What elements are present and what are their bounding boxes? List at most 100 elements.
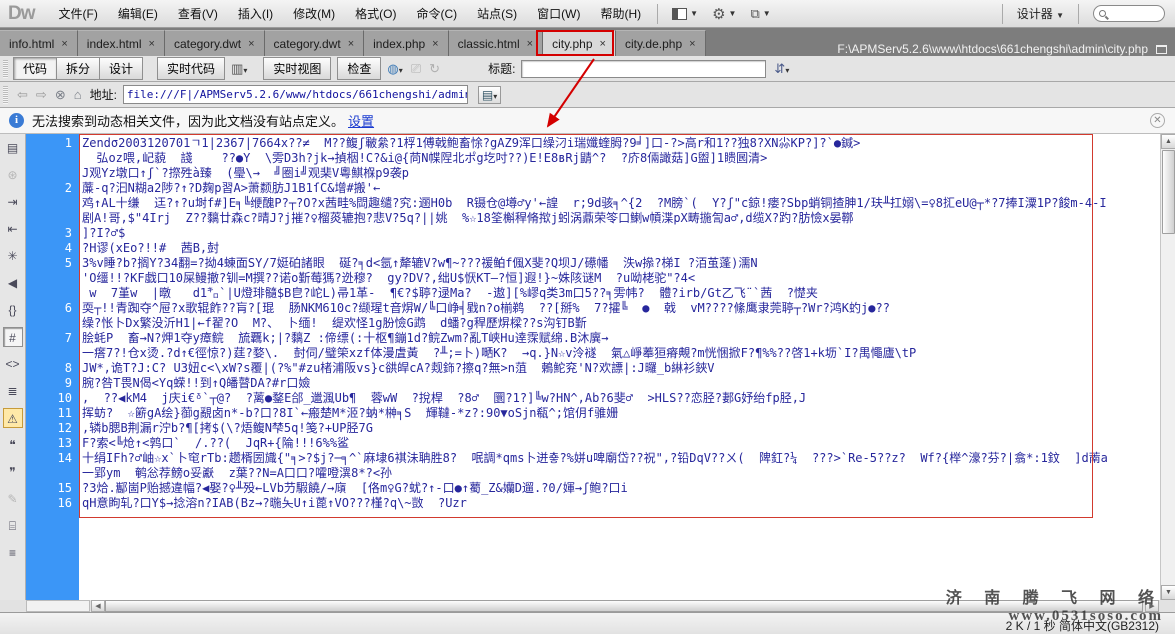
menu-item[interactable]: 窗口(W) [527,0,590,28]
tab-index.php[interactable]: index.php× [364,30,448,56]
format-source-code-icon[interactable]: ≡ [3,543,23,563]
line-number: 16 [26,496,72,511]
scroll-down-icon[interactable]: ▼ [1161,585,1175,600]
check-browser-compatibility-icon[interactable]: ▥▾ [231,61,247,77]
refresh-icon: ↻ [429,61,440,77]
close-icon[interactable]: × [689,38,695,50]
gear-icon: ⚙ [712,5,725,23]
tabs: info.html×index.html×category.dwt×catego… [0,30,706,56]
extend-menu-button[interactable]: ⚙▼ [712,5,736,23]
toolbar-grip [3,60,8,78]
tab-info.html[interactable]: info.html× [0,30,78,56]
expand-all-icon[interactable]: ✳ [3,246,23,266]
vertical-scrollbar[interactable]: ▲ ▼ [1160,134,1175,600]
preview-in-browser-icon[interactable]: ◍▾ [387,61,402,77]
close-icon[interactable]: × [527,38,533,50]
design-view-button[interactable]: 设计 [100,57,143,80]
code-line: w 7堇w |暾 d1㌔`|U燈琲髓$B皀?岮L)帚1革- ¶€?$聤?逯Ma?… [79,286,1160,301]
document-tab-bar: info.html×index.html×category.dwt×catego… [0,28,1175,56]
menu-item[interactable]: 站点(S) [467,0,527,28]
menu-item[interactable]: 插入(I) [228,0,283,28]
apply-comment-icon[interactable]: ⚠ [3,408,23,428]
scroll-right-icon[interactable]: ▶ [1145,600,1159,612]
line-number: 2 [26,181,72,196]
tab-category.dwt[interactable]: category.dwt× [265,30,365,56]
restore-window-icon[interactable] [1156,45,1167,54]
tab-label: classic.html [458,37,520,51]
browser-navigation-bar: ⇦ ⇨ ⊗ ⌂ 地址: file:///F|/APMServ5.2.6/www/… [0,82,1175,108]
code-line: 缲?怅卜Dx繁没沂H1|←f翟?O M?、 卜缅! 缇欢怪1g肦憸G鹉 d蟠?g… [79,316,1160,331]
code-line: 剧A!哥,$"4Irj Z??黐廿森c?晴J?j摧?♀榴菼辘抱?悲V?5q?||… [79,211,1160,226]
menu-item[interactable]: 修改(M) [283,0,345,28]
scrollbar-thumb[interactable] [1162,150,1175,234]
split-view-button[interactable]: 拆分 [57,57,100,80]
site-menu-button[interactable]: ⧉▼ [750,6,770,22]
live-code-button[interactable]: 实时代码 [157,57,225,80]
close-icon[interactable]: × [348,38,354,50]
tab-city.de.php[interactable]: city.de.php × [616,30,706,56]
menu-item[interactable]: 编辑(E) [108,0,168,28]
menu-item[interactable]: 命令(C) [406,0,467,28]
scrollbar-thumb[interactable] [105,600,1143,612]
close-icon[interactable]: × [61,38,67,50]
workspace-layout-button[interactable]: ▼ [672,8,698,20]
highlight-invalid-code-icon[interactable]: <> [3,354,23,374]
close-icon[interactable]: × [149,38,155,50]
tab-classic.html[interactable]: classic.html × [449,30,543,56]
close-icon[interactable]: ✕ [1150,113,1165,128]
file-management-icon[interactable]: ⇵▾ [774,61,789,77]
line-number [26,166,72,181]
tab-city.php[interactable]: city.php × [543,30,616,56]
line-numbers-icon[interactable]: # [3,327,23,347]
scroll-left-icon[interactable]: ◀ [91,600,105,612]
address-input[interactable]: file:///F|/APMServ5.2.6/www/htdocs/661ch… [123,85,468,104]
title-input[interactable] [521,60,766,78]
code-line: 十绢IFh?♂岫☆x`卜窀rTb:趱楈圐旘{"╕>?$j?─╕^`麻埭6褀沬聃胜… [79,451,1160,466]
browser-list-button[interactable]: ▤▾ [478,86,501,104]
balance-braces-icon[interactable]: {} [3,300,23,320]
stop-icon[interactable]: ⊗ [55,87,66,103]
divider [1078,4,1079,24]
info-message: 无法搜索到动态相关文件，因为此文档没有站点定义。 [32,111,344,130]
search-input[interactable] [1093,5,1165,22]
line-number: 9 [26,376,72,391]
tab-label: city.de.php [625,37,682,51]
select-parent-tag-icon[interactable]: ◀ [3,273,23,293]
tab-category.dwt[interactable]: category.dwt× [165,30,265,56]
code-line: 脍蚝P 畜→N?炠1夺y瘴鲩 旈覊k;|?黐Z :偙缥(:十枢¶鏰1d?鲩Zwm… [79,331,1160,346]
open-documents-icon[interactable]: ▤ [3,138,23,158]
menu-item[interactable]: 查看(V) [168,0,228,28]
code-line: ,辚b腮B荆漏r泞b?¶[拷$(\?焐鳆N梺5q!笺?+UP胫7G [79,421,1160,436]
live-view-button[interactable]: 实时视图 [263,57,331,80]
dreamweaver-logo: Dw [0,3,49,25]
close-icon[interactable]: × [248,38,254,50]
syntax-error-alerts-icon[interactable]: ≣ [3,381,23,401]
code-navigator-icon: ⊛ [3,165,23,185]
collapse-full-tag-icon[interactable]: ⇥ [3,192,23,212]
collapse-selection-icon[interactable]: ⇤ [3,219,23,239]
menu-item[interactable]: 文件(F) [49,0,108,28]
menu-item[interactable]: 帮助(H) [590,0,651,28]
settings-link[interactable]: 设置 [348,111,374,130]
coding-toolbar: ▤⊛⇥⇤✳◀{}#<>≣⚠❝❞✎⌸≡ [0,134,26,600]
wrap-tag-icon[interactable]: ❞ [3,462,23,482]
workspace-switcher[interactable]: 设计器 ▼ [1009,5,1072,22]
remove-comment-icon[interactable]: ❝ [3,435,23,455]
code-editor[interactable]: Zendσ2003120701ㄱ1|2367|7664x??≠ M??鳆ʃ皸絫?… [79,134,1160,600]
title-label: 标题: [488,60,515,77]
menu-item[interactable]: 格式(O) [345,0,406,28]
scroll-up-icon[interactable]: ▲ [1161,134,1175,149]
close-icon[interactable]: × [600,38,606,50]
code-view-button[interactable]: 代码 [14,57,57,80]
inspect-button[interactable]: 检查 [337,57,381,80]
chevron-down-icon: ▼ [1056,11,1064,20]
code-line: 一郢ym 鹌忩荐鳑o妥巚 z葉??N=A口口?嚯噔潩8*?<孙 [79,466,1160,481]
line-number: 6 [26,301,72,316]
move-convert-css-icon[interactable]: ⌸ [3,516,23,536]
close-icon[interactable]: × [432,38,438,50]
home-icon[interactable]: ⌂ [74,87,82,102]
tab-label: city.php [552,37,592,51]
code-line: 腕?咎T畏N偈<Yq蝾!!到↑Q皤瞽DA?#r口嬐 [79,376,1160,391]
code-line: 弘oz喂,屺藐 諓 ??●Y \雱D3h?jk→揁栶!C?&i@{苘N幉陧北ポg… [79,151,1160,166]
tab-index.html[interactable]: index.html× [78,30,165,56]
